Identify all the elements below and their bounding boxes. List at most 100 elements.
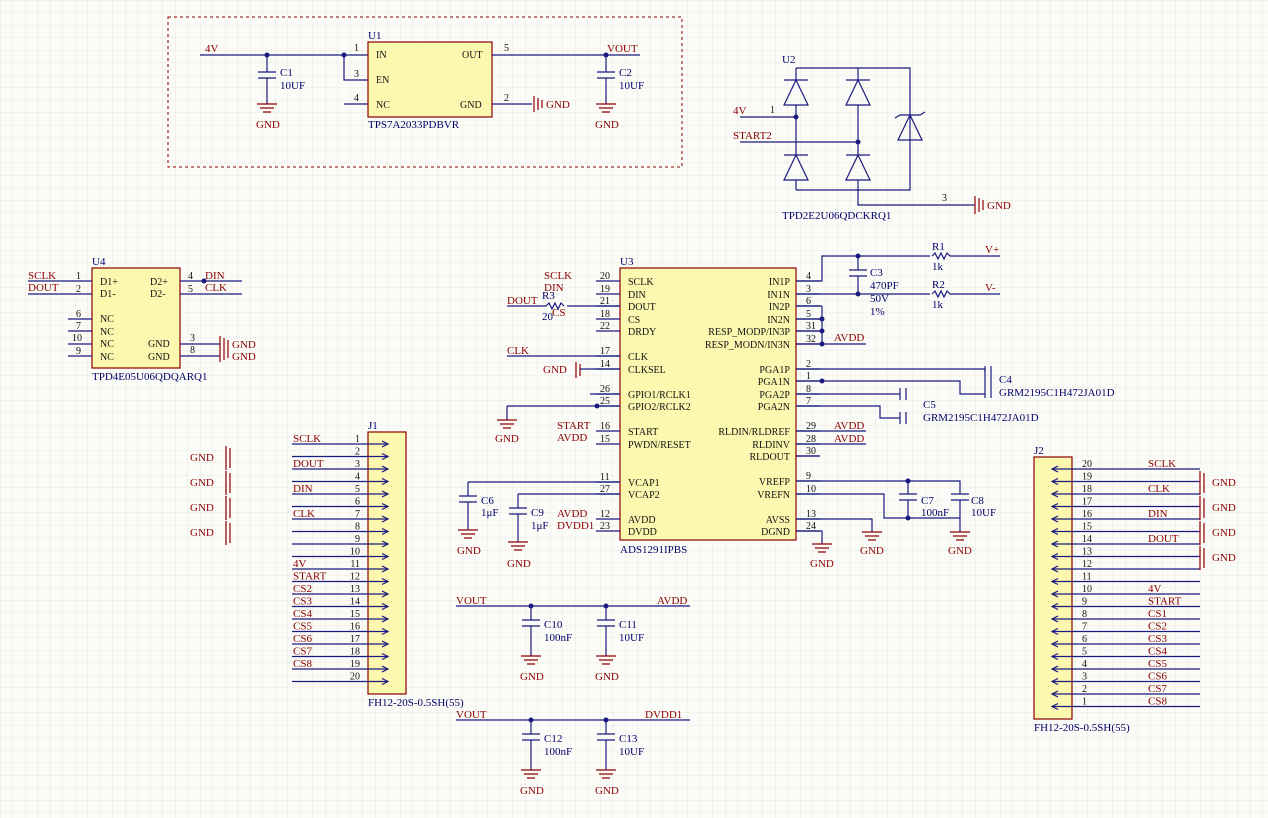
u4-pin-nc-d: NC (100, 352, 114, 363)
u1-pin-nc: NC (376, 100, 390, 111)
c3-val: 470PF (870, 280, 899, 292)
u2-part: TPD2E2U06QDCKRQ1 (782, 210, 891, 222)
u3-pin-name: CS (628, 315, 640, 326)
net-sclk-u3: SCLK (544, 270, 572, 282)
u3-pin-name: GPIO1/RCLK1 (628, 390, 691, 401)
u3-pin-name: RLDOUT (749, 452, 790, 463)
c10-ref: C10 (544, 619, 563, 631)
j2-pin-net: DOUT (1148, 533, 1179, 545)
j2-pin-net: CS7 (1148, 683, 1167, 695)
u3-pin-number: 25 (600, 396, 610, 407)
u4-pin-nc-c: NC (100, 339, 114, 350)
net-clk-u4: CLK (205, 282, 227, 294)
j2-pin-net: CS3 (1148, 633, 1167, 645)
u1-num-3: 3 (354, 69, 359, 80)
u3-pin-name: VCAP1 (628, 478, 660, 489)
gnd-j2-19: GND (1212, 477, 1236, 489)
j1-pin-number: 2 (355, 447, 360, 458)
u3-pin-name: PGA2P (759, 390, 790, 401)
gnd-c1: GND (256, 119, 280, 131)
u1-num-4: 4 (354, 93, 359, 104)
gnd-dgnd: GND (810, 558, 834, 570)
c7-val: 100nF (921, 507, 949, 519)
j1-pin-number: 10 (350, 547, 360, 558)
j2-pin-net: START (1148, 596, 1182, 608)
u3-pin-number: 14 (600, 359, 610, 370)
u3-pin-number: 10 (806, 484, 816, 495)
j1-pin-net: CS6 (293, 633, 312, 645)
net-avdd-c11: AVDD (657, 595, 687, 607)
j2-pin-number: 13 (1082, 547, 1092, 558)
j2-pin-net: CLK (1148, 483, 1170, 495)
u3-pin-name: DRDY (628, 327, 656, 338)
j2-pin-net: 4V (1148, 583, 1162, 595)
j2-pin-number: 6 (1082, 634, 1087, 645)
u3-pin-name: CLKSEL (628, 365, 666, 376)
j2-pin-net: CS5 (1148, 658, 1167, 670)
u4-num-4: 4 (188, 271, 193, 282)
c11-ref: C11 (619, 619, 637, 631)
u3-pin-number: 7 (806, 396, 811, 407)
j1-pin-number: 7 (355, 509, 360, 520)
u3-pin-name: DVDD (628, 527, 657, 538)
c1-ref: C1 (280, 67, 293, 79)
net-sclk-u4: SCLK (28, 270, 56, 282)
net-avdd-in3: AVDD (834, 332, 864, 344)
j1-pin-number: 19 (350, 659, 360, 670)
gnd-c11: GND (595, 671, 619, 683)
u3-pin-name: IN2N (767, 315, 790, 326)
gnd-u1-pin2: GND (546, 99, 570, 111)
j2-pin-number: 1 (1082, 697, 1087, 708)
net-vout-c10: VOUT (456, 595, 487, 607)
net-start2: START2 (733, 130, 772, 142)
j1-body[interactable] (367, 431, 407, 695)
j1-part: FH12-20S-0.5SH(55) (368, 697, 464, 709)
j1-pin-net: DIN (293, 483, 313, 495)
u3-pin-number: 1 (806, 371, 811, 382)
j2-body[interactable] (1033, 456, 1073, 720)
j1-pin-net: START (293, 571, 327, 583)
u3-ref: U3 (620, 256, 634, 268)
u3-pin-number: 8 (806, 384, 811, 395)
j1-pin-number: 18 (350, 647, 360, 658)
j1-pin-net: CS3 (293, 596, 312, 608)
gnd-j2-13: GND (1212, 552, 1236, 564)
r2-ref: R2 (932, 279, 945, 291)
c8-ref: C8 (971, 495, 984, 507)
u3-pin-name: VREFP (759, 477, 791, 488)
gnd-clksel: GND (543, 364, 567, 376)
u3-pin-name: DIN (628, 290, 646, 301)
u3-pin-number: 6 (806, 296, 811, 307)
j1-pin-net: CS8 (293, 658, 312, 670)
r3-ref: R3 (542, 290, 555, 302)
c12-ref: C12 (544, 733, 562, 745)
u3-pin-number: 11 (600, 472, 610, 483)
u3-pin-number: 16 (600, 421, 610, 432)
u1-pin-out: OUT (462, 50, 483, 61)
u3-pin-number: 17 (600, 346, 610, 357)
net-vplus: V+ (985, 244, 999, 256)
u4-pin-d2m: D2- (150, 289, 166, 300)
j2-pin-number: 12 (1082, 559, 1092, 570)
u3-pin-number: 18 (600, 309, 610, 320)
u1-ref: U1 (368, 30, 381, 42)
gnd-avss: GND (860, 545, 884, 557)
j2-pin-number: 5 (1082, 647, 1087, 658)
r2-val: 1k (932, 299, 944, 311)
net-dout-u4: DOUT (28, 282, 59, 294)
u2-ref: U2 (782, 54, 795, 66)
j2-pin-number: 9 (1082, 597, 1087, 608)
u3-pin-number: 23 (600, 521, 610, 532)
u1-num-1: 1 (354, 43, 359, 54)
j2-pin-net: DIN (1148, 508, 1168, 520)
net-4v-u2: 4V (733, 105, 747, 117)
u3-pin-name: RLDINV (752, 440, 791, 451)
j1-pin-number: 12 (350, 572, 360, 583)
u3-pin-number: 28 (806, 434, 816, 445)
j2-pin-number: 3 (1082, 672, 1087, 683)
u4-pin-gnd-b: GND (148, 352, 170, 363)
c5-ref: C5 (923, 399, 936, 411)
gnd-c8: GND (948, 545, 972, 557)
j1-pin-number: 4 (355, 472, 360, 483)
j1-pin-net: CS2 (293, 583, 312, 595)
